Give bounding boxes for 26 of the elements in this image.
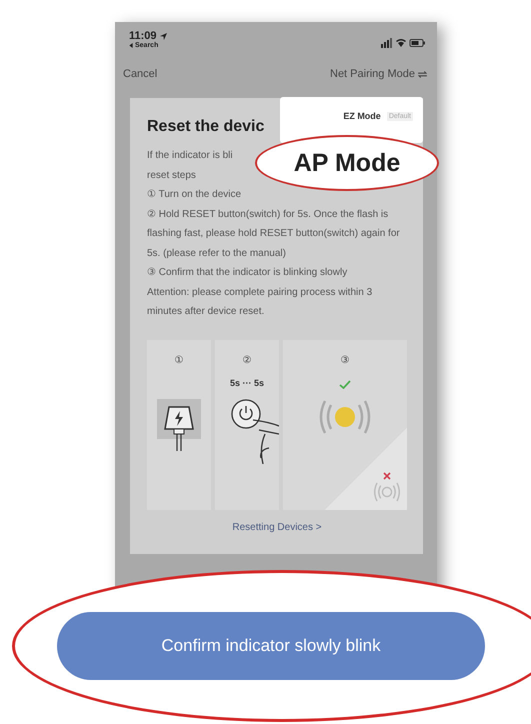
- check-icon: [339, 380, 351, 388]
- mode-label: EZ Mode: [343, 111, 381, 121]
- swap-icon[interactable]: [418, 70, 427, 78]
- status-icons: [381, 38, 425, 48]
- resetting-devices-link[interactable]: Resetting Devices >: [232, 522, 322, 532]
- status-time: 11:09: [129, 30, 157, 42]
- confirm-button[interactable]: Confirm indicator slowly blink: [57, 612, 485, 680]
- back-icon[interactable]: [129, 43, 133, 48]
- instruction-text: reset steps: [147, 168, 196, 182]
- instruction-text: ② Hold RESET button(switch) for 5s. Once the flash is flashing fast, please hold RESET button(switch) again for 5s. (please refer to the manual): [147, 208, 401, 260]
- instruction-text: Attention: please complete pairing process within 3 minutes after device reset.: [147, 286, 374, 319]
- pairing-mode-menu[interactable]: Net Pairing Mode: [330, 68, 415, 80]
- step-caption: 5s ··· 5s: [230, 378, 264, 388]
- instruction-text: ① Turn on the device: [147, 188, 242, 202]
- location-icon: [160, 32, 167, 40]
- instruction-text: If the indicator is bli: [147, 149, 233, 163]
- plug-icon: [157, 398, 201, 450]
- step-number: ②: [242, 354, 252, 366]
- step-number: ①: [174, 354, 184, 366]
- unlit-light-icon: [373, 482, 401, 502]
- instruction-text: ③ Confirm that the indicator is blinking slowly: [147, 266, 348, 280]
- card-title: Reset the devic: [147, 118, 266, 136]
- cross-icon: [383, 472, 391, 480]
- cancel-button[interactable]: Cancel: [123, 68, 158, 80]
- hand-pressing-button-icon: [229, 398, 279, 464]
- step-number: ③: [340, 354, 350, 366]
